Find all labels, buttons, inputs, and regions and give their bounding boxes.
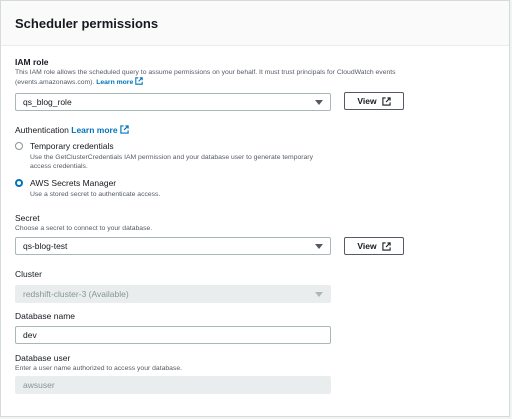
iam-learn-more-link[interactable]: Learn more [96,77,143,86]
secret-selected: qs-blog-test [23,241,68,251]
secret-label: Secret [15,213,40,223]
database-name-value: dev [23,330,37,340]
authentication-label: Authentication [15,125,69,135]
auth-learn-more-label: Learn more [71,125,118,135]
temporary-credentials-desc-line2: access credentials. [30,163,88,170]
secret-description: Choose a secret to connect to your datab… [15,225,153,232]
database-name-label: Database name [15,311,76,321]
iam-role-selected: qs_blog_role [23,97,72,107]
authentication-heading: Authentication Learn more [15,125,129,135]
radio-temporary-credentials[interactable] [15,142,23,150]
temporary-credentials-description: Use the GetClusterCredentials IAM permis… [30,153,390,171]
iam-view-button[interactable]: View [344,92,404,110]
database-name-input[interactable]: dev [15,326,331,344]
scheduler-permissions-panel: Scheduler permissions IAM role This IAM … [0,0,510,417]
external-link-icon [135,77,143,85]
external-link-icon [381,96,391,106]
chevron-down-icon [315,244,323,249]
database-user-value: awsuser [23,380,55,390]
chevron-down-icon [315,292,323,297]
radio-aws-secrets-manager[interactable] [15,179,23,187]
iam-role-description-line1: This IAM role allows the scheduled query… [15,69,396,76]
secret-view-label: View [357,241,377,251]
iam-learn-more-label: Learn more [96,79,134,86]
iam-role-select[interactable]: qs_blog_role [15,93,331,111]
iam-view-label: View [357,96,377,106]
cluster-selected: redshift-cluster-3 (Available) [23,289,129,299]
aws-secrets-manager-label: AWS Secrets Manager [30,178,117,188]
panel-header: Scheduler permissions [1,1,509,46]
iam-role-description-line2: (events.amazonaws.com). [15,79,95,86]
cluster-label: Cluster [15,269,42,279]
temporary-credentials-desc-line1: Use the GetClusterCredentials IAM permis… [30,154,313,161]
database-user-input: awsuser [15,376,331,394]
panel-title: Scheduler permissions [15,16,159,31]
iam-role-description: This IAM role allows the scheduled query… [15,68,505,87]
auth-learn-more-link[interactable]: Learn more [71,125,129,135]
chevron-down-icon [315,100,323,105]
database-user-description: Enter a user name authorized to access y… [15,365,182,372]
cluster-select: redshift-cluster-3 (Available) [15,285,331,303]
iam-role-label: IAM role [15,57,49,67]
database-user-label: Database user [15,353,71,363]
aws-secrets-manager-description: Use a stored secret to authenticate acce… [30,191,161,198]
temporary-credentials-label: Temporary credentials [30,141,114,151]
secret-view-button[interactable]: View [344,237,404,255]
external-link-icon [119,125,129,134]
secret-select[interactable]: qs-blog-test [15,237,331,255]
external-link-icon [381,241,391,251]
